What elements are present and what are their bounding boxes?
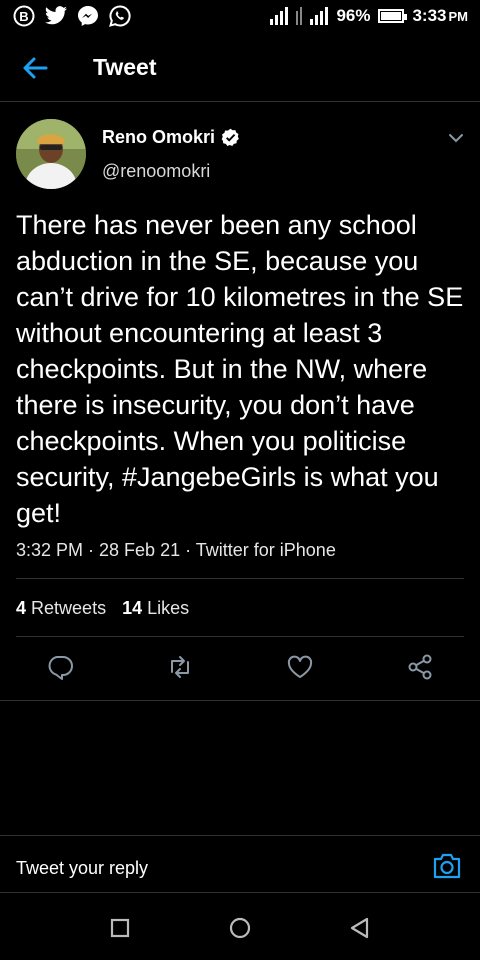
likes-count: 14 <box>122 598 143 618</box>
share-button[interactable] <box>405 652 435 682</box>
likes-stat[interactable]: 14 Likes <box>122 598 189 619</box>
tweet-options-button[interactable] <box>446 128 466 148</box>
likes-label: Likes <box>147 598 190 618</box>
retweet-icon <box>171 656 189 678</box>
clock: 3:33 PM <box>412 6 468 26</box>
top-app-bar: Tweet <box>0 34 480 102</box>
camera-button[interactable] <box>432 852 462 880</box>
author-name[interactable]: Reno Omokri <box>102 127 240 148</box>
data-transfer-icon <box>296 7 303 25</box>
notification-icons: B <box>12 4 132 28</box>
system-status: 96% 3:33 PM <box>270 6 468 26</box>
signal-strength-icon <box>270 7 289 25</box>
share-icon <box>408 654 432 680</box>
svg-text:B: B <box>19 9 28 24</box>
signal-strength-icon-2 <box>310 7 329 25</box>
author-handle[interactable]: @renoomokri <box>102 161 210 182</box>
retweets-label: Retweets <box>31 598 107 618</box>
status-bar: B 96% 3:33 PM <box>0 0 480 34</box>
twitter-icon <box>44 4 68 28</box>
divider <box>16 578 464 579</box>
heart-icon <box>287 655 313 678</box>
system-nav-bar <box>0 894 480 960</box>
reply-icon <box>48 656 73 680</box>
battery-icon <box>378 9 408 23</box>
retweets-count: 4 <box>16 598 27 618</box>
engagement-stats: 4 Retweets 14 Likes <box>16 598 189 619</box>
retweet-button[interactable] <box>165 652 195 682</box>
triangle-back-icon <box>350 917 369 939</box>
messenger-icon <box>76 4 100 28</box>
verified-badge-icon <box>221 128 240 147</box>
home-button[interactable] <box>228 916 252 940</box>
divider <box>16 636 464 637</box>
like-button[interactable] <box>285 652 315 682</box>
camera-icon <box>433 853 461 879</box>
reply-input[interactable]: Tweet your reply <box>16 858 148 879</box>
reply-button[interactable] <box>45 652 75 682</box>
square-icon <box>110 918 130 938</box>
reply-bar: Tweet your reply <box>0 835 480 893</box>
back-button[interactable] <box>20 54 52 82</box>
back-nav-button[interactable] <box>348 916 372 940</box>
page-title: Tweet <box>93 54 157 80</box>
retweets-stat[interactable]: 4 Retweets <box>16 598 106 619</box>
whatsapp-icon <box>108 4 132 28</box>
tweet-timestamp: 3:32 PM · 28 Feb 21 · Twitter for iPhone <box>16 540 336 560</box>
clock-suffix: PM <box>448 9 469 24</box>
tweet-text: There has never been any school abductio… <box>16 210 464 528</box>
back-arrow-icon <box>23 57 48 79</box>
avatar-image <box>16 119 86 189</box>
recents-button[interactable] <box>108 916 132 940</box>
clock-time: 3:33 <box>412 6 447 25</box>
divider <box>0 700 480 701</box>
battery-percent: 96% <box>336 6 371 25</box>
chevron-down-icon <box>449 134 463 143</box>
bitcoin-icon: B <box>12 4 36 28</box>
circle-icon <box>229 917 251 939</box>
author-name-text: Reno Omokri <box>102 127 216 147</box>
tweet-actions <box>0 652 480 686</box>
avatar[interactable] <box>16 119 86 189</box>
